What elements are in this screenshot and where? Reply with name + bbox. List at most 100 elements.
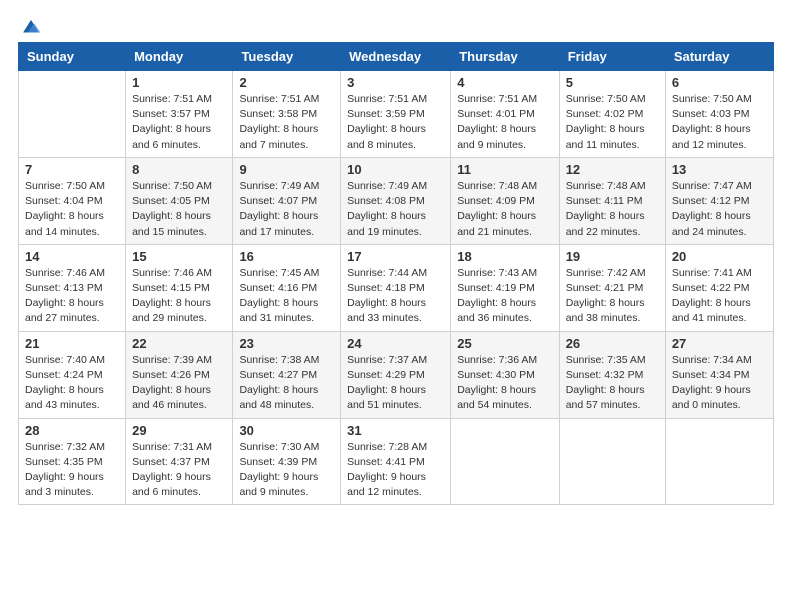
header-row: SundayMondayTuesdayWednesdayThursdayFrid… <box>19 43 774 71</box>
calendar-cell: 28 Sunrise: 7:32 AMSunset: 4:35 PMDaylig… <box>19 418 126 505</box>
calendar-cell: 14 Sunrise: 7:46 AMSunset: 4:13 PMDaylig… <box>19 244 126 331</box>
calendar-cell: 4 Sunrise: 7:51 AMSunset: 4:01 PMDayligh… <box>451 71 559 158</box>
day-info: Sunrise: 7:48 AMSunset: 4:11 PMDaylight:… <box>566 180 646 238</box>
calendar-cell: 12 Sunrise: 7:48 AMSunset: 4:11 PMDaylig… <box>559 157 665 244</box>
day-number: 15 <box>132 249 226 264</box>
day-number: 27 <box>672 336 767 351</box>
day-number: 7 <box>25 162 119 177</box>
day-number: 25 <box>457 336 552 351</box>
calendar-cell <box>19 71 126 158</box>
weekday-header-sunday: Sunday <box>19 43 126 71</box>
calendar-week-5: 28 Sunrise: 7:32 AMSunset: 4:35 PMDaylig… <box>19 418 774 505</box>
day-number: 17 <box>347 249 444 264</box>
day-number: 5 <box>566 75 659 90</box>
calendar-cell: 15 Sunrise: 7:46 AMSunset: 4:15 PMDaylig… <box>126 244 233 331</box>
calendar-cell <box>559 418 665 505</box>
page: SundayMondayTuesdayWednesdayThursdayFrid… <box>0 0 792 612</box>
day-info: Sunrise: 7:45 AMSunset: 4:16 PMDaylight:… <box>239 267 319 325</box>
day-number: 31 <box>347 423 444 438</box>
weekday-header-thursday: Thursday <box>451 43 559 71</box>
day-number: 19 <box>566 249 659 264</box>
day-number: 21 <box>25 336 119 351</box>
day-info: Sunrise: 7:51 AMSunset: 3:59 PMDaylight:… <box>347 93 427 151</box>
day-number: 28 <box>25 423 119 438</box>
calendar-cell: 18 Sunrise: 7:43 AMSunset: 4:19 PMDaylig… <box>451 244 559 331</box>
day-number: 11 <box>457 162 552 177</box>
calendar-cell: 13 Sunrise: 7:47 AMSunset: 4:12 PMDaylig… <box>665 157 773 244</box>
day-number: 26 <box>566 336 659 351</box>
day-info: Sunrise: 7:37 AMSunset: 4:29 PMDaylight:… <box>347 354 427 412</box>
calendar-cell: 25 Sunrise: 7:36 AMSunset: 4:30 PMDaylig… <box>451 331 559 418</box>
weekday-header-monday: Monday <box>126 43 233 71</box>
day-number: 23 <box>239 336 334 351</box>
day-info: Sunrise: 7:28 AMSunset: 4:41 PMDaylight:… <box>347 441 427 499</box>
day-info: Sunrise: 7:50 AMSunset: 4:02 PMDaylight:… <box>566 93 646 151</box>
calendar-cell: 24 Sunrise: 7:37 AMSunset: 4:29 PMDaylig… <box>341 331 451 418</box>
day-number: 13 <box>672 162 767 177</box>
day-number: 10 <box>347 162 444 177</box>
calendar-cell: 2 Sunrise: 7:51 AMSunset: 3:58 PMDayligh… <box>233 71 341 158</box>
day-info: Sunrise: 7:42 AMSunset: 4:21 PMDaylight:… <box>566 267 646 325</box>
day-number: 20 <box>672 249 767 264</box>
day-info: Sunrise: 7:50 AMSunset: 4:05 PMDaylight:… <box>132 180 212 238</box>
calendar-week-3: 14 Sunrise: 7:46 AMSunset: 4:13 PMDaylig… <box>19 244 774 331</box>
calendar-cell <box>665 418 773 505</box>
day-info: Sunrise: 7:51 AMSunset: 3:58 PMDaylight:… <box>239 93 319 151</box>
day-info: Sunrise: 7:51 AMSunset: 3:57 PMDaylight:… <box>132 93 212 151</box>
day-info: Sunrise: 7:43 AMSunset: 4:19 PMDaylight:… <box>457 267 537 325</box>
day-number: 6 <box>672 75 767 90</box>
calendar-cell: 7 Sunrise: 7:50 AMSunset: 4:04 PMDayligh… <box>19 157 126 244</box>
day-info: Sunrise: 7:49 AMSunset: 4:07 PMDaylight:… <box>239 180 319 238</box>
day-info: Sunrise: 7:41 AMSunset: 4:22 PMDaylight:… <box>672 267 752 325</box>
calendar-cell: 11 Sunrise: 7:48 AMSunset: 4:09 PMDaylig… <box>451 157 559 244</box>
weekday-header-friday: Friday <box>559 43 665 71</box>
calendar-cell: 23 Sunrise: 7:38 AMSunset: 4:27 PMDaylig… <box>233 331 341 418</box>
logo <box>18 16 42 34</box>
calendar-cell: 3 Sunrise: 7:51 AMSunset: 3:59 PMDayligh… <box>341 71 451 158</box>
day-info: Sunrise: 7:46 AMSunset: 4:13 PMDaylight:… <box>25 267 105 325</box>
day-number: 2 <box>239 75 334 90</box>
day-info: Sunrise: 7:51 AMSunset: 4:01 PMDaylight:… <box>457 93 537 151</box>
calendar-cell: 10 Sunrise: 7:49 AMSunset: 4:08 PMDaylig… <box>341 157 451 244</box>
calendar-cell: 8 Sunrise: 7:50 AMSunset: 4:05 PMDayligh… <box>126 157 233 244</box>
header <box>18 16 774 34</box>
calendar-cell: 19 Sunrise: 7:42 AMSunset: 4:21 PMDaylig… <box>559 244 665 331</box>
day-info: Sunrise: 7:30 AMSunset: 4:39 PMDaylight:… <box>239 441 319 499</box>
calendar-week-2: 7 Sunrise: 7:50 AMSunset: 4:04 PMDayligh… <box>19 157 774 244</box>
calendar-cell: 6 Sunrise: 7:50 AMSunset: 4:03 PMDayligh… <box>665 71 773 158</box>
weekday-header-wednesday: Wednesday <box>341 43 451 71</box>
day-number: 1 <box>132 75 226 90</box>
day-info: Sunrise: 7:39 AMSunset: 4:26 PMDaylight:… <box>132 354 212 412</box>
calendar-cell: 9 Sunrise: 7:49 AMSunset: 4:07 PMDayligh… <box>233 157 341 244</box>
day-number: 4 <box>457 75 552 90</box>
calendar-cell: 30 Sunrise: 7:30 AMSunset: 4:39 PMDaylig… <box>233 418 341 505</box>
day-number: 12 <box>566 162 659 177</box>
calendar-week-1: 1 Sunrise: 7:51 AMSunset: 3:57 PMDayligh… <box>19 71 774 158</box>
calendar-cell: 5 Sunrise: 7:50 AMSunset: 4:02 PMDayligh… <box>559 71 665 158</box>
day-info: Sunrise: 7:50 AMSunset: 4:03 PMDaylight:… <box>672 93 752 151</box>
logo-icon <box>20 16 42 38</box>
day-info: Sunrise: 7:46 AMSunset: 4:15 PMDaylight:… <box>132 267 212 325</box>
day-info: Sunrise: 7:47 AMSunset: 4:12 PMDaylight:… <box>672 180 752 238</box>
day-info: Sunrise: 7:50 AMSunset: 4:04 PMDaylight:… <box>25 180 105 238</box>
day-info: Sunrise: 7:34 AMSunset: 4:34 PMDaylight:… <box>672 354 752 412</box>
calendar-cell: 29 Sunrise: 7:31 AMSunset: 4:37 PMDaylig… <box>126 418 233 505</box>
day-info: Sunrise: 7:32 AMSunset: 4:35 PMDaylight:… <box>25 441 105 499</box>
day-info: Sunrise: 7:40 AMSunset: 4:24 PMDaylight:… <box>25 354 105 412</box>
day-number: 9 <box>239 162 334 177</box>
day-number: 30 <box>239 423 334 438</box>
day-number: 29 <box>132 423 226 438</box>
day-info: Sunrise: 7:48 AMSunset: 4:09 PMDaylight:… <box>457 180 537 238</box>
calendar-cell: 31 Sunrise: 7:28 AMSunset: 4:41 PMDaylig… <box>341 418 451 505</box>
calendar-cell: 20 Sunrise: 7:41 AMSunset: 4:22 PMDaylig… <box>665 244 773 331</box>
weekday-header-tuesday: Tuesday <box>233 43 341 71</box>
day-number: 24 <box>347 336 444 351</box>
day-number: 18 <box>457 249 552 264</box>
day-info: Sunrise: 7:49 AMSunset: 4:08 PMDaylight:… <box>347 180 427 238</box>
day-number: 8 <box>132 162 226 177</box>
day-number: 14 <box>25 249 119 264</box>
day-info: Sunrise: 7:44 AMSunset: 4:18 PMDaylight:… <box>347 267 427 325</box>
calendar-cell: 27 Sunrise: 7:34 AMSunset: 4:34 PMDaylig… <box>665 331 773 418</box>
calendar-week-4: 21 Sunrise: 7:40 AMSunset: 4:24 PMDaylig… <box>19 331 774 418</box>
day-info: Sunrise: 7:38 AMSunset: 4:27 PMDaylight:… <box>239 354 319 412</box>
